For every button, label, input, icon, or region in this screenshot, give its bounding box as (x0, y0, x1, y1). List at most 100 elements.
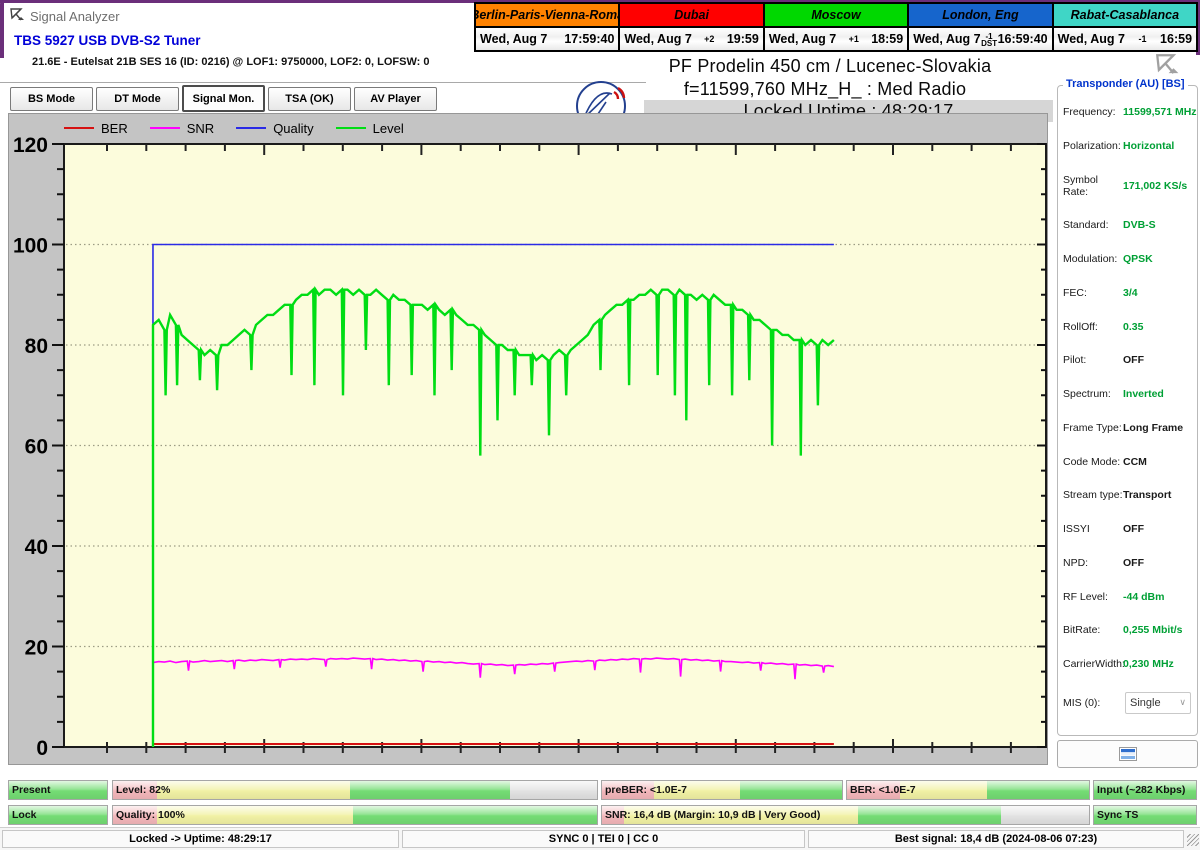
status-bar-preber: preBER: <1.0E-7 (601, 780, 843, 800)
svg-text:80: 80 (25, 335, 48, 358)
bar-label: Level: 82% (116, 784, 171, 796)
transponder-value: Inverted (1123, 388, 1164, 400)
transponder-label: Polarization: (1063, 139, 1121, 152)
clock-berlin: Berlin-Paris-Vienna-Roma Wed, Aug 7 17:5… (476, 4, 619, 50)
clock-utc-offset: -1 (1138, 33, 1147, 44)
status-bar-present: Present (8, 780, 108, 800)
stream-list-button[interactable] (1057, 740, 1198, 768)
transponder-value: 3/4 (1123, 286, 1138, 299)
clock-date: Wed, Aug 7 (768, 32, 837, 46)
clock-dubai: Dubai Wed, Aug 7 +2 19:59 (618, 4, 763, 50)
frequency-title: f=11599,760 MHz_H_ : Med Radio (683, 79, 967, 99)
clock-date: Wed, Aug 7 (1057, 32, 1125, 46)
chevron-down-icon: ∨ (1179, 697, 1186, 708)
transponder-value: 0,255 Mbit/s (1123, 624, 1183, 637)
satellite-dish-icon (9, 7, 25, 28)
transponder-label: Frequency: (1063, 106, 1116, 118)
clock-city-label: Berlin-Paris-Vienna-Roma (476, 4, 619, 28)
transponder-label: RollOff: (1063, 320, 1098, 333)
transponder-label: Code Mode: (1063, 455, 1121, 468)
transponder-row-rf-level-: RF Level: -44 dBm (1058, 591, 1197, 603)
transponder-label: BitRate: (1063, 624, 1101, 637)
clock-london: London, Eng Wed, Aug 7 -1 DST 16:59:40 (907, 4, 1052, 50)
clock-time: 16:59 (1160, 32, 1193, 46)
transponder-value: 0.35 (1123, 320, 1144, 333)
transponder-panel-title: Transponder (AU) [BS] (1063, 78, 1188, 90)
clock-date: Wed, Aug 7 (913, 32, 981, 46)
clock-city-label: Rabat-Casablanca (1053, 4, 1197, 28)
transponder-row-issyi: ISSYI OFF (1058, 523, 1197, 535)
mis-dropdown-value: Single (1130, 696, 1161, 709)
resize-grip[interactable] (1187, 834, 1199, 846)
transponder-rows: Frequency: 11599,571 MHz Polarization: Hori… (1058, 100, 1197, 722)
transponder-row-frame-type-: Frame Type: Long Frame (1058, 422, 1197, 434)
transponder-panel: Transponder (AU) [BS] Frequency: 11599,57… (1057, 78, 1198, 736)
svg-text:100: 100 (13, 235, 48, 258)
transponder-label: Spectrum: (1063, 388, 1111, 400)
status-bar-snr: SNR: 16,4 dB (Margin: 10,9 dB | Very Goo… (601, 805, 1090, 825)
svg-text:20: 20 (25, 637, 48, 660)
transponder-row-spectrum-: Spectrum: Inverted (1058, 388, 1197, 400)
bar-label: Present (12, 784, 51, 796)
clock-moscow: Moscow Wed, Aug 7 +1 18:59 (762, 4, 908, 50)
transponder-label: RF Level: (1063, 590, 1108, 603)
tuner-details: 21.6E - Eutelsat 21B SES 16 (ID: 0216) @… (32, 56, 430, 68)
bar-label: Sync TS (1097, 809, 1139, 821)
tuner-name: TBS 5927 USB DVB-S2 Tuner (14, 33, 201, 48)
transponder-value: 0,230 MHz (1123, 658, 1174, 670)
statusbar: Locked -> Uptime: 48:29:17 SYNC 0 | TEI … (0, 827, 1200, 850)
clock-time: 17:59:40 (564, 32, 615, 46)
site-title: PF Prodelin 450 cm / Lucenec-Slovakia (668, 56, 992, 76)
transponder-row-stream-type-: Stream type: Transport (1058, 489, 1197, 501)
clock-date: Wed, Aug 7 (624, 32, 692, 46)
status-bar-ber: BER: <1.0E-7 (846, 780, 1090, 800)
bar-label: Input (~282 Kbps) (1097, 784, 1186, 796)
transponder-value: OFF (1123, 523, 1144, 535)
transponder-value: -44 dBm (1123, 590, 1165, 603)
clock-city-label: Moscow (764, 4, 908, 28)
tab-bs-mode[interactable]: BS Mode (10, 87, 93, 111)
svg-text:60: 60 (25, 436, 48, 459)
clock-dst-label: DST (981, 38, 998, 48)
clock-time: 16:59:40 (997, 32, 1048, 46)
transponder-row-modulation-: Modulation: QPSK (1058, 253, 1197, 265)
transponder-row-standard-: Standard: DVB-S (1058, 219, 1197, 231)
tab-tsa-ok-[interactable]: TSA (OK) (268, 87, 351, 111)
transponder-label: Stream type: (1063, 489, 1123, 502)
svg-text:120: 120 (13, 134, 48, 157)
bar-label: Lock (12, 809, 37, 821)
separator-line (0, 82, 646, 83)
transponder-row-code-mode-: Code Mode: CCM (1058, 456, 1197, 468)
transponder-label: ISSYI (1063, 523, 1090, 535)
transponder-label: FEC: (1063, 286, 1087, 299)
transponder-value: 171,002 KS/s (1123, 179, 1188, 192)
mis-dropdown[interactable]: Single ∨ (1125, 691, 1191, 714)
status-bar-quality: Quality: 100% (112, 805, 598, 825)
bar-label: BER: <1.0E-7 (850, 784, 916, 796)
tab-av-player[interactable]: AV Player (354, 87, 437, 111)
transponder-row-frequency-: Frequency: 11599,571 MHz (1058, 106, 1197, 118)
transponder-value: 11599,571 MHz (1123, 106, 1197, 118)
clock-time: 19:59 (726, 32, 759, 46)
statusbar-best-signal: Best signal: 18,4 dB (2024-08-06 07:23) (808, 830, 1184, 848)
status-bar-sync-ts: Sync TS (1093, 805, 1197, 825)
tab-dt-mode[interactable]: DT Mode (96, 87, 179, 111)
statusbar-uptime: Locked -> Uptime: 48:29:17 (2, 830, 399, 848)
transponder-row-npd-: NPD: OFF (1058, 557, 1197, 569)
transponder-row-fec-: FEC: 3/4 (1058, 287, 1197, 299)
transponder-row-symbol-rate-: Symbol Rate: 171,002 KS/s (1058, 174, 1197, 198)
clock-date: Wed, Aug 7 (480, 32, 548, 46)
svg-text:0: 0 (36, 737, 48, 760)
svg-text:40: 40 (25, 536, 48, 559)
tab-signal-mon-[interactable]: Signal Mon. (182, 85, 265, 112)
transponder-row-mis-0-: MIS (0): Single ∨ (1058, 691, 1197, 714)
clock-city-label: London, Eng (909, 4, 1052, 28)
transponder-label: MIS (0): (1063, 696, 1101, 709)
clock-city-label: Dubai (620, 4, 763, 28)
bar-gloss (113, 781, 597, 799)
transponder-row-bitrate-: BitRate: 0,255 Mbit/s (1058, 624, 1197, 636)
transponder-label: NPD: (1063, 556, 1089, 569)
status-bar-lock: Lock (8, 805, 108, 825)
world-clocks: Berlin-Paris-Vienna-Roma Wed, Aug 7 17:5… (474, 2, 1198, 52)
status-bar-level: Level: 82% (112, 780, 598, 800)
